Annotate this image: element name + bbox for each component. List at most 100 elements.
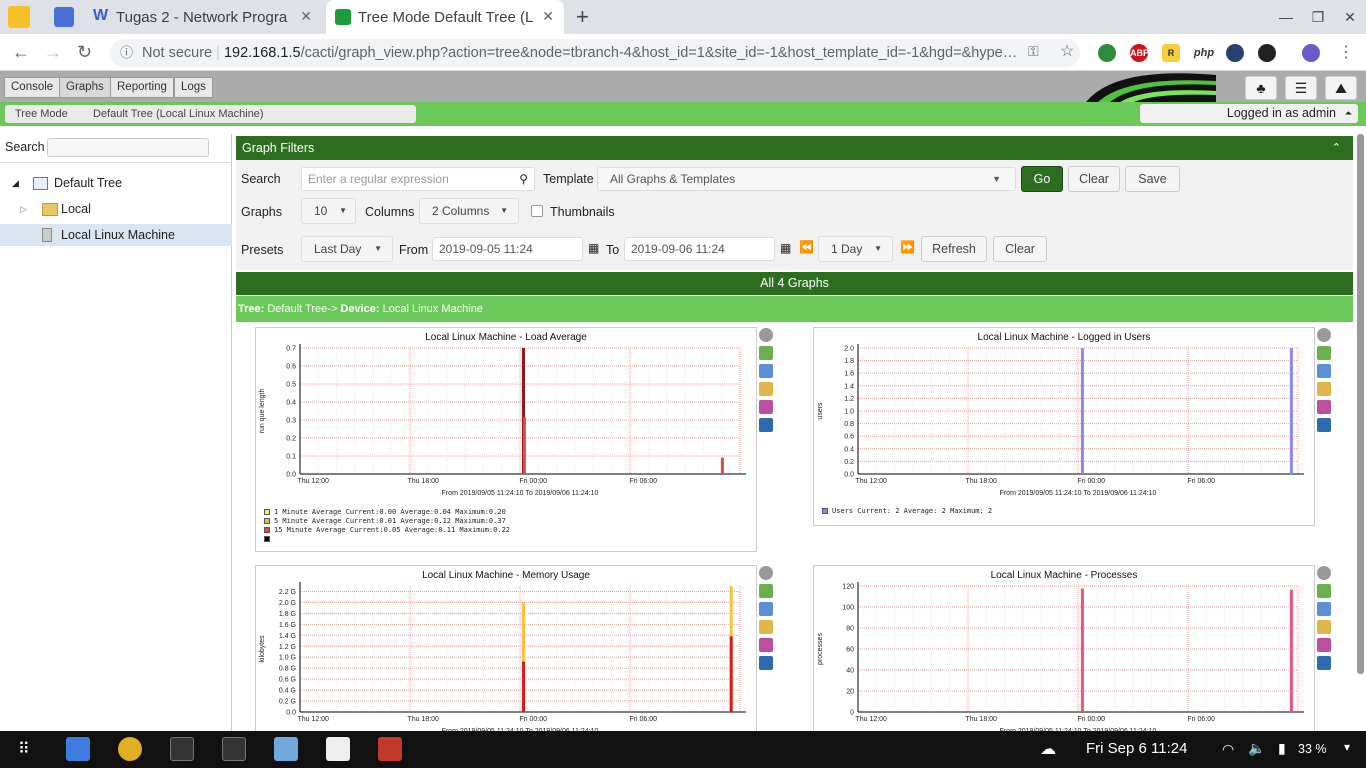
battery-icon[interactable]: ▮	[1278, 740, 1286, 757]
restore-icon[interactable]: ❐	[1302, 0, 1334, 34]
presets-select[interactable]: Last Day ▼	[301, 236, 393, 262]
tree-search-input[interactable]	[47, 138, 209, 157]
csv-icon[interactable]	[1317, 364, 1331, 378]
keep-icon[interactable]	[8, 6, 30, 28]
system-monitor-icon[interactable]	[222, 737, 246, 761]
clear-timespan-button[interactable]: Clear	[993, 236, 1047, 262]
edit-icon[interactable]	[1317, 620, 1331, 634]
new-tab-button[interactable]: +	[576, 4, 589, 30]
go-button[interactable]: Go	[1021, 166, 1063, 192]
chrome-icon[interactable]	[118, 737, 142, 761]
calendar-icon[interactable]: ▦	[588, 241, 599, 255]
cloud-icon[interactable]: ☁	[1040, 739, 1056, 759]
realtime-icon[interactable]	[1317, 656, 1331, 670]
star-icon[interactable]: ☆	[1060, 41, 1074, 61]
graph-logged-users[interactable]: Local Linux Machine - Logged in Users us…	[813, 327, 1315, 526]
url-input[interactable]: ⓘ Not secure | 192.168.1.5/cacti/graph_v…	[110, 39, 1080, 67]
virtualbox-icon[interactable]	[274, 737, 298, 761]
timespan-select[interactable]: 1 Day ▼	[818, 236, 893, 262]
graphs-select[interactable]: 10 ▼	[301, 198, 356, 224]
text-editor-icon[interactable]	[326, 737, 350, 761]
key-icon[interactable]: ⚿	[1028, 43, 1039, 60]
shift-right-icon[interactable]: ⏩	[900, 240, 915, 254]
close-icon[interactable]: ✕	[300, 8, 312, 25]
login-status[interactable]: Logged in as admin ⏶	[1140, 104, 1358, 123]
apps-grid-icon[interactable]: ⠿	[18, 739, 30, 759]
graph-filters-header[interactable]: Graph Filters ⌃	[236, 136, 1353, 160]
minimize-icon[interactable]: —	[1270, 0, 1302, 34]
filezilla-icon[interactable]	[378, 737, 402, 761]
globe-ext-icon[interactable]	[1098, 44, 1116, 62]
save-button[interactable]: Save	[1125, 166, 1180, 192]
refresh-button[interactable]: Refresh	[921, 236, 987, 262]
expand-icon[interactable]: ▷	[20, 198, 27, 220]
tab-logs[interactable]: Logs	[174, 77, 213, 98]
timespan-icon[interactable]	[1317, 638, 1331, 652]
fedora-icon[interactable]	[1226, 44, 1244, 62]
gear-icon[interactable]	[759, 566, 773, 580]
edit-icon[interactable]	[759, 382, 773, 396]
tab-cacti[interactable]: Tree Mode Default Tree (L ✕	[326, 0, 564, 34]
template-select[interactable]: All Graphs & Templates ▼	[597, 167, 1016, 191]
list-view-icon[interactable]: ☰	[1285, 76, 1317, 100]
breadcrumb-tree-mode[interactable]: Tree Mode	[15, 105, 68, 123]
wifi-icon[interactable]: ◠	[1222, 741, 1234, 758]
csv-icon[interactable]	[759, 602, 773, 616]
avatar[interactable]	[1302, 44, 1320, 62]
reload-icon[interactable]: ↻	[77, 42, 92, 63]
from-input[interactable]: 2019-09-05 11:24	[432, 237, 583, 261]
gear-icon[interactable]	[759, 328, 773, 342]
zoom-icon[interactable]	[759, 346, 773, 360]
gnome-icon[interactable]	[1258, 44, 1276, 62]
abp-icon[interactable]: ABP	[1130, 44, 1149, 62]
graph-memory-usage[interactable]: Local Linux Machine - Memory Usage kilob…	[255, 565, 757, 735]
terminal-icon[interactable]	[170, 737, 194, 761]
to-input[interactable]: 2019-09-06 11:24	[624, 237, 775, 261]
files-icon[interactable]	[66, 737, 90, 761]
realtime-icon[interactable]	[759, 656, 773, 670]
shift-left-icon[interactable]: ⏪	[799, 240, 814, 254]
collapse-up-icon[interactable]: ⌃	[1332, 136, 1341, 160]
preview-view-icon[interactable]: ⛰	[1325, 76, 1357, 100]
scrollbar[interactable]	[1357, 134, 1364, 674]
timespan-icon[interactable]	[759, 638, 773, 652]
breadcrumb-default-tree[interactable]: Default Tree (Local Linux Machine)	[93, 105, 264, 123]
csv-icon[interactable]	[1317, 602, 1331, 616]
gear-icon[interactable]	[1317, 566, 1331, 580]
timespan-icon[interactable]	[759, 400, 773, 414]
tree-item-local[interactable]: ▷ Local	[0, 198, 232, 220]
clear-button[interactable]: Clear	[1068, 166, 1120, 192]
zoom-icon[interactable]	[759, 584, 773, 598]
edit-icon[interactable]	[1317, 382, 1331, 396]
menu-icon[interactable]: ⋮	[1338, 42, 1354, 62]
gear-icon[interactable]	[1317, 328, 1331, 342]
tree-view-icon[interactable]: ♣	[1245, 76, 1277, 100]
close-window-icon[interactable]: ✕	[1334, 0, 1366, 34]
thumbnails-checkbox[interactable]	[531, 205, 543, 217]
volume-icon[interactable]: 🔈	[1248, 740, 1265, 757]
close-icon[interactable]: ✕	[542, 8, 554, 25]
calendar-icon[interactable]: ▦	[780, 241, 791, 255]
clock[interactable]: Fri Sep 6 11:24	[1086, 740, 1187, 757]
graph-processes[interactable]: Local Linux Machine - Processes processe…	[813, 565, 1315, 735]
edit-icon[interactable]	[759, 620, 773, 634]
columns-select[interactable]: 2 Columns ▼	[419, 198, 519, 224]
tab-console[interactable]: Console	[4, 77, 61, 98]
power-menu-icon[interactable]: ▾	[1344, 740, 1350, 754]
docs-icon[interactable]	[54, 7, 74, 27]
tree-item-default-tree[interactable]: ◢ Default Tree	[0, 172, 232, 194]
tab-graphs[interactable]: Graphs	[59, 77, 111, 98]
forward-icon[interactable]: →	[44, 42, 62, 63]
r-ext-icon[interactable]: R	[1162, 44, 1180, 62]
tab-reporting[interactable]: Reporting	[110, 77, 174, 98]
zoom-icon[interactable]	[1317, 584, 1331, 598]
csv-icon[interactable]	[759, 364, 773, 378]
search-input[interactable]: Enter a regular expression ⚲	[301, 167, 535, 191]
timespan-icon[interactable]	[1317, 400, 1331, 414]
tree-item-local-linux-machine[interactable]: Local Linux Machine	[0, 224, 232, 246]
graph-load-average[interactable]: Local Linux Machine - Load Average run q…	[255, 327, 757, 552]
collapse-icon[interactable]: ◢	[12, 172, 19, 194]
zoom-icon[interactable]	[1317, 346, 1331, 360]
realtime-icon[interactable]	[1317, 418, 1331, 432]
info-icon[interactable]: ⓘ	[120, 39, 133, 67]
